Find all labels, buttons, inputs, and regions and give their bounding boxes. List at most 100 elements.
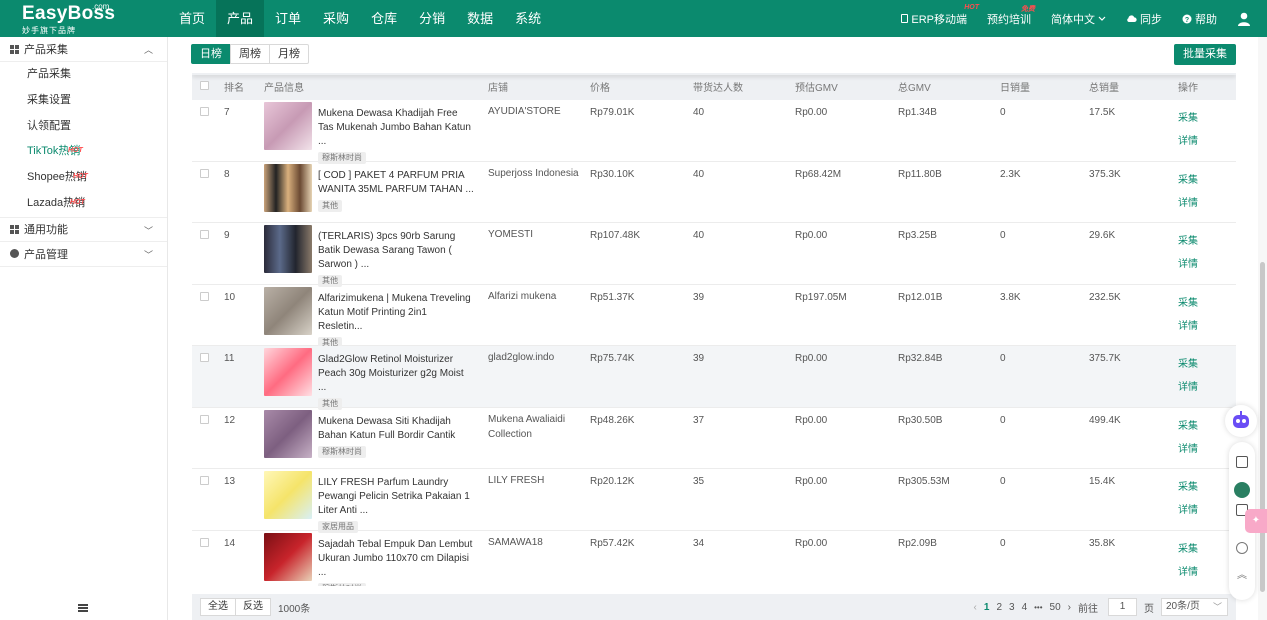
tab-monthly[interactable]: 月榜 xyxy=(269,44,309,64)
row-checkbox[interactable] xyxy=(200,476,209,485)
product-title[interactable]: [ COD ] PAKET 4 PARFUM PRIA WANITA 35ML … xyxy=(318,164,474,197)
tab-weekly[interactable]: 周榜 xyxy=(230,44,270,64)
erp-mobile-link[interactable]: ERP移动端 HOT xyxy=(901,4,979,27)
product-thumbnail[interactable] xyxy=(264,409,312,458)
page-3[interactable]: 3 xyxy=(1009,602,1015,613)
nav-data[interactable]: 数据 xyxy=(456,0,504,37)
product-title[interactable]: Alfarizimukena | Mukena Treveling Katun … xyxy=(318,287,474,334)
category-tag: 其他 xyxy=(318,199,342,212)
select-all-button[interactable]: 全选 xyxy=(200,598,236,616)
collect-link[interactable]: 采集 xyxy=(1178,540,1236,555)
back-to-top-icon[interactable]: ︽ xyxy=(1236,570,1248,582)
top-bar: EasyBoss .com 妙手旗下品牌 首页 产品 订单 采购 仓库 分销 数… xyxy=(0,0,1267,37)
product-thumbnail[interactable] xyxy=(264,348,312,396)
user-menu[interactable] xyxy=(1237,12,1251,26)
product-title[interactable]: (TERLARIS) 3pcs 90rb Sarung Batik Dewasa… xyxy=(318,225,474,272)
collect-link[interactable]: 采集 xyxy=(1178,478,1236,493)
row-checkbox[interactable] xyxy=(200,291,209,301)
logo[interactable]: EasyBoss .com 妙手旗下品牌 xyxy=(0,0,168,37)
product-thumbnail[interactable] xyxy=(264,286,312,335)
table-row[interactable]: 11 Glad2Glow Retinol Moisturizer Peach 30… xyxy=(192,346,1236,410)
page-size-select[interactable]: 20条/页 ﹀ xyxy=(1161,598,1228,616)
detail-link[interactable]: 详情 xyxy=(1178,563,1236,578)
page-1[interactable]: 1 xyxy=(984,602,990,613)
product-thumbnail[interactable] xyxy=(264,163,312,212)
table-row[interactable]: 10 Alfarizimukena | Mukena Treveling Katu… xyxy=(192,285,1236,349)
product-thumbnail[interactable] xyxy=(264,471,312,519)
product-title[interactable]: Mukena Dewasa Siti Khadijah Bahan Katun … xyxy=(318,410,474,443)
promo-tab-icon[interactable]: ✦ xyxy=(1245,509,1267,533)
row-checkbox[interactable] xyxy=(200,168,209,178)
notes-icon[interactable] xyxy=(1236,456,1248,468)
product-thumbnail[interactable] xyxy=(264,225,312,273)
sidebar-item-claim-config[interactable]: 认领配置 xyxy=(0,114,167,140)
row-checkbox[interactable] xyxy=(200,537,209,547)
refresh-icon[interactable] xyxy=(1236,542,1248,554)
sidebar-item-lazada-hot[interactable]: Lazada热销 HOT xyxy=(0,191,167,217)
page-last[interactable]: 50 xyxy=(1050,602,1061,613)
detail-link[interactable]: 详情 xyxy=(1178,132,1236,147)
row-checkbox[interactable] xyxy=(200,353,209,362)
row-checkbox[interactable] xyxy=(200,414,209,424)
table-row[interactable]: 14 Sajadah Tebal Empuk Dan Lembut Ukuran … xyxy=(192,531,1236,586)
menu-icon[interactable] xyxy=(78,604,88,612)
nav-purchase[interactable]: 采购 xyxy=(312,0,360,37)
robot-icon[interactable] xyxy=(1225,405,1257,437)
table-row[interactable]: 12 Mukena Dewasa Siti Khadijah Bahan Katu… xyxy=(192,408,1236,469)
table-row[interactable]: 13 LILY FRESH Parfum Laundry Pewangi Peli… xyxy=(192,469,1236,533)
table-row[interactable]: 9 (TERLARIS) 3pcs 90rb Sarung Batik Dewas… xyxy=(192,223,1236,287)
detail-link[interactable]: 详情 xyxy=(1178,378,1236,393)
help-button[interactable]: ? 帮助 xyxy=(1182,11,1217,27)
nav-home[interactable]: 首页 xyxy=(168,0,216,37)
table-row[interactable]: 7 Mukena Dewasa Khadijah Free Tas Mukenah… xyxy=(192,100,1236,164)
page-4[interactable]: 4 xyxy=(1022,602,1028,613)
next-page-icon[interactable]: › xyxy=(1068,602,1071,613)
nav-warehouse[interactable]: 仓库 xyxy=(360,0,408,37)
detail-link[interactable]: 详情 xyxy=(1178,440,1236,455)
detail-link[interactable]: 详情 xyxy=(1178,255,1236,270)
sidebar-item-collect[interactable]: 产品采集 xyxy=(0,62,167,88)
hot-badge: HOT xyxy=(73,173,88,181)
product-title[interactable]: Glad2Glow Retinol Moisturizer Peach 30g … xyxy=(318,348,474,395)
collect-link[interactable]: 采集 xyxy=(1178,171,1236,186)
prev-page-icon[interactable]: ‹ xyxy=(974,602,977,613)
sidebar-item-collect-settings[interactable]: 采集设置 xyxy=(0,88,167,114)
avatar-icon[interactable] xyxy=(1234,482,1250,498)
language-select[interactable]: 简体中文 xyxy=(1051,11,1106,27)
product-title[interactable]: Mukena Dewasa Khadijah Free Tas Mukenah … xyxy=(318,102,474,149)
product-thumbnail[interactable] xyxy=(264,102,312,150)
detail-link[interactable]: 详情 xyxy=(1178,501,1236,516)
nav-distribution[interactable]: 分销 xyxy=(408,0,456,37)
sidebar-item-shopee-hot[interactable]: Shopee热销 HOT xyxy=(0,165,167,191)
training-link[interactable]: 预约培训 免费 xyxy=(987,6,1035,27)
product-title[interactable]: Sajadah Tebal Empuk Dan Lembut Ukuran Ju… xyxy=(318,533,474,580)
page-2[interactable]: 2 xyxy=(996,602,1002,613)
sidebar-group-general[interactable]: 通用功能 ﹀ xyxy=(0,216,167,242)
bulk-collect-button[interactable]: 批量采集 xyxy=(1174,44,1236,65)
product-thumbnail[interactable] xyxy=(264,532,312,581)
collect-link[interactable]: 采集 xyxy=(1178,355,1236,370)
invert-selection-button[interactable]: 反选 xyxy=(235,598,271,616)
nav-product[interactable]: 产品 xyxy=(216,0,265,37)
collect-link[interactable]: 采集 xyxy=(1178,232,1236,247)
row-checkbox[interactable] xyxy=(200,230,209,239)
row-checkbox[interactable] xyxy=(200,107,209,116)
select-all-checkbox[interactable] xyxy=(200,80,209,90)
detail-link[interactable]: 详情 xyxy=(1178,317,1236,332)
row-total-sales: 375.7K xyxy=(1089,353,1121,364)
sync-button[interactable]: 同步 xyxy=(1126,11,1162,27)
tab-daily[interactable]: 日榜 xyxy=(191,44,231,64)
sidebar-group-collect[interactable]: 产品采集 ︿ xyxy=(0,37,167,62)
table-row[interactable]: 8 [ COD ] PAKET 4 PARFUM PRIA WANITA 35ML… xyxy=(192,162,1236,223)
collect-link[interactable]: 采集 xyxy=(1178,109,1236,124)
sidebar-item-tiktok-hot[interactable]: TikTok热销 HOT xyxy=(0,139,167,165)
nav-order[interactable]: 订单 xyxy=(264,0,312,37)
scrollbar-thumb[interactable] xyxy=(1260,262,1265,592)
collect-link[interactable]: 采集 xyxy=(1178,294,1236,309)
page-ellipsis[interactable]: ••• xyxy=(1034,603,1042,612)
product-title[interactable]: LILY FRESH Parfum Laundry Pewangi Pelici… xyxy=(318,471,474,518)
detail-link[interactable]: 详情 xyxy=(1178,194,1236,209)
nav-system[interactable]: 系统 xyxy=(504,0,552,37)
sidebar-group-product-manage[interactable]: 产品管理 ﹀ xyxy=(0,242,167,267)
goto-page-input[interactable]: 1 xyxy=(1108,598,1137,616)
